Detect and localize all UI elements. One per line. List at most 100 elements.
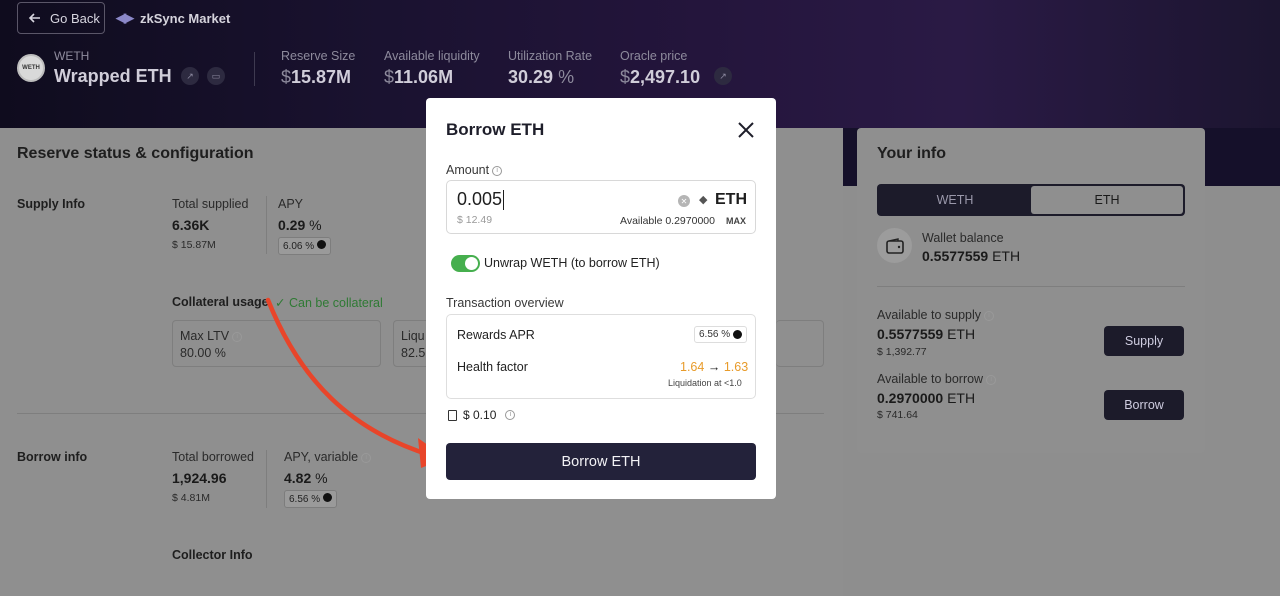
oracle-link-icon[interactable]: ↗ [714, 67, 732, 85]
stat-label: Available liquidity [384, 49, 480, 63]
asset-toggle: WETH ETH [877, 184, 1185, 216]
borrow-modal: Borrow ETH Amount i 0.005 $ 12.49 ✕ ◆ ETH… [426, 98, 776, 499]
info-icon[interactable]: i [492, 165, 503, 176]
total-supplied-label: Total supplied [172, 197, 249, 211]
header-divider [254, 52, 255, 86]
available-to-borrow-label: Available to borrow i [877, 372, 997, 386]
go-back-button[interactable]: Go Back [17, 2, 105, 34]
amount-usd: $ 12.49 [457, 214, 493, 226]
info-icon[interactable]: i [984, 310, 995, 321]
wallet-balance-value: 0.5577559 ETH [922, 248, 1021, 264]
total-borrowed-value: 1,924.96 [172, 470, 227, 486]
modal-title: Borrow ETH [446, 120, 545, 139]
liquidation-threshold-value: 82.5 [401, 346, 426, 360]
tab-eth[interactable]: ETH [1031, 186, 1183, 214]
stat-label: Reserve Size [281, 49, 356, 63]
external-link-icon[interactable]: ↗ [181, 67, 199, 85]
max-ltv-label: Max LTV i [180, 329, 243, 343]
go-back-label: Go Back [50, 10, 100, 26]
reward-token-icon [733, 330, 743, 339]
stat-value: 15.87M [291, 67, 352, 87]
total-borrowed-label: Total borrowed [172, 450, 254, 464]
liquidation-note: Liquidation at <1.0 [668, 378, 742, 388]
total-supplied-value: 6.36K [172, 217, 210, 233]
info-icon[interactable]: i [361, 452, 372, 463]
market-selector[interactable]: ◀▶ zkSync Market [116, 10, 230, 26]
supply-info-label: Supply Info [17, 197, 86, 211]
amount-input[interactable]: 0.005 [457, 189, 505, 211]
incentive-token-icon [316, 240, 326, 249]
amount-label: Amount i [446, 163, 503, 177]
wallet-balance-label: Wallet balance [922, 231, 1004, 245]
info-icon[interactable]: i [232, 331, 243, 342]
rewards-apr-label: Rewards APR [457, 328, 535, 342]
collateral-usage-label: Collateral usage [172, 295, 269, 309]
divider [877, 286, 1185, 287]
liquidation-penalty-card [776, 320, 824, 367]
weth-logo-icon: WETH [17, 54, 45, 82]
available-to-borrow-value: 0.2970000 ETH [877, 390, 976, 406]
max-button[interactable]: MAX [726, 216, 746, 226]
supply-button[interactable]: Supply [1104, 326, 1184, 356]
available-to-supply-value: 0.5577559 ETH [877, 326, 976, 342]
stat-value: 2,497.10 [630, 67, 701, 87]
transaction-overview: Rewards APR 6.56 % Health factor 1.64 → … [446, 314, 756, 399]
health-factor-label: Health factor [457, 360, 528, 374]
gas-station-icon [448, 409, 457, 421]
amount-token: ETH [715, 191, 747, 208]
health-factor-value: 1.64 → 1.63 [680, 360, 749, 374]
zksync-icon: ◀▶ [116, 10, 134, 25]
transaction-overview-label: Transaction overview [446, 296, 564, 310]
borrow-button[interactable]: Borrow [1104, 390, 1184, 420]
rewards-apr-pill[interactable]: 6.56 % [694, 326, 748, 343]
stat-available-liquidity: Available liquidity $11.06M [384, 49, 480, 87]
borrow-apy-value: 4.82 % [284, 470, 328, 486]
wallet-icon [877, 228, 912, 263]
supply-apy-label: APY [278, 197, 304, 211]
stat-utilization-rate: Utilization Rate 30.29 % [508, 49, 593, 87]
available-to-supply-label: Available to supply i [877, 308, 995, 322]
incentive-token-icon [322, 493, 332, 502]
info-icon[interactable]: i [505, 410, 516, 420]
stat-label: Oracle price [620, 49, 688, 63]
unwrap-toggle[interactable] [451, 255, 480, 272]
available-to-borrow-usd: $ 741.64 [877, 409, 918, 421]
asset-symbol: WETH [54, 49, 90, 63]
borrow-apy-label: APY, variable i [284, 450, 372, 464]
your-info-title: Your info [877, 145, 947, 162]
supply-apy-value: 0.29 % [278, 217, 322, 233]
stat-oracle-price: Oracle price $2,497.10 [620, 49, 701, 87]
close-icon[interactable] [736, 120, 756, 140]
unwrap-label: Unwrap WETH (to borrow ETH) [484, 256, 660, 270]
add-to-wallet-icon[interactable]: ▭ [207, 67, 225, 85]
divider [266, 450, 267, 508]
supply-incentive-pill[interactable]: 6.06 % [278, 237, 331, 255]
amount-input-box[interactable]: 0.005 $ 12.49 ✕ ◆ ETH Available 0.297000… [446, 180, 756, 234]
available-to-supply-usd: $ 1,392.77 [877, 346, 927, 358]
reserve-title: Reserve status & configuration [17, 145, 254, 162]
check-icon: ✓ [275, 296, 286, 310]
total-supplied-usd: $ 15.87M [172, 239, 216, 251]
tab-weth[interactable]: WETH [879, 186, 1031, 214]
stat-value: 11.06M [394, 67, 454, 87]
can-be-collateral: ✓ Can be collateral [275, 296, 383, 310]
collector-info-label: Collector Info [172, 548, 253, 562]
liquidation-threshold-label: Liqu [401, 329, 425, 343]
arrow-left-icon [28, 13, 40, 23]
gas-estimate: $ 0.10 i [448, 408, 516, 422]
max-ltv-value: 80.00 % [180, 346, 226, 360]
borrow-eth-submit-button[interactable]: Borrow ETH [446, 443, 756, 480]
total-borrowed-usd: $ 4.81M [172, 492, 210, 504]
stat-value: 30.29 [508, 67, 554, 87]
info-icon[interactable]: i [986, 374, 997, 385]
eth-icon: ◆ [699, 194, 708, 206]
asset-name: Wrapped ETH [54, 66, 172, 86]
stat-reserve-size: Reserve Size $15.87M [281, 49, 356, 87]
borrow-incentive-pill[interactable]: 6.56 % [284, 490, 337, 508]
stat-label: Utilization Rate [508, 49, 593, 63]
divider [266, 196, 267, 254]
borrow-info-label: Borrow info [17, 450, 88, 464]
clear-input-icon[interactable]: ✕ [678, 195, 690, 207]
available-balance: Available 0.2970000 [620, 215, 715, 227]
market-name: zkSync Market [140, 10, 231, 26]
